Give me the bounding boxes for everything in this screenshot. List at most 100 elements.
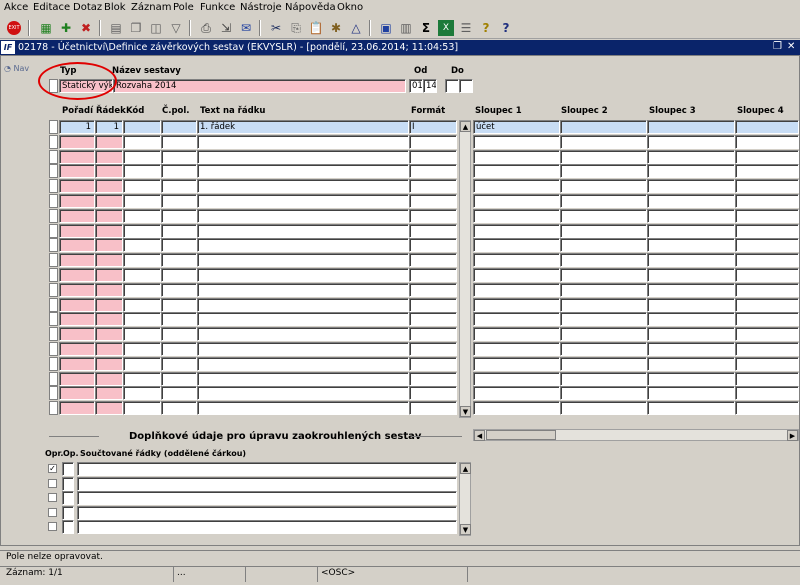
cell-s4[interactable] [735,238,799,252]
cell-s4[interactable] [735,283,799,297]
cell-s4[interactable] [735,224,799,238]
row-selector[interactable] [49,164,58,178]
cell-format[interactable] [409,164,457,178]
summary-vscrollbar[interactable]: ▲ ▼ [459,462,471,536]
row-selector[interactable] [49,224,58,238]
cell-s1[interactable] [473,253,560,267]
cell-text[interactable] [197,386,409,400]
cell-kod[interactable] [123,150,161,164]
cell-s4[interactable] [735,342,799,356]
cell-s2[interactable] [560,327,647,341]
do-field-1[interactable] [445,79,459,93]
cell-kod[interactable] [123,194,161,208]
cell-s3[interactable] [647,312,735,326]
row-selector[interactable] [49,238,58,252]
cell-s4[interactable] [735,135,799,149]
cell-s4[interactable] [735,164,799,178]
row-selector[interactable] [49,179,58,193]
cell-s3[interactable] [647,164,735,178]
do-field-2[interactable] [459,79,473,93]
cell-s1[interactable] [473,357,560,371]
soucet-field[interactable] [77,520,457,534]
settings-icon[interactable]: ✱ [328,20,344,36]
row-selector[interactable] [49,120,58,134]
cell-poradi[interactable] [59,150,95,164]
cell-s3[interactable] [647,327,735,341]
cell-poradi[interactable] [59,401,95,415]
cell-s3[interactable] [647,268,735,282]
sigma-icon[interactable]: Σ [418,20,434,36]
row-selector[interactable] [49,268,58,282]
cell-poradi[interactable] [59,298,95,312]
cell-s2[interactable] [560,209,647,223]
new-record-icon[interactable]: ✚ [58,20,74,36]
cell-format[interactable] [409,298,457,312]
cell-kod[interactable] [123,386,161,400]
cell-radek[interactable] [95,150,123,164]
menu-okno[interactable]: Okno [337,2,363,13]
cell-kod[interactable] [123,401,161,415]
cell-text[interactable] [197,238,409,252]
delete-record-icon[interactable]: ✖ [78,20,94,36]
cell-s1[interactable] [473,164,560,178]
cell-s2[interactable] [560,194,647,208]
cell-text[interactable] [197,327,409,341]
cell-s4[interactable] [735,401,799,415]
help-icon[interactable]: ? [478,20,494,36]
triangle-icon[interactable]: △ [348,20,364,36]
cell-radek[interactable] [95,224,123,238]
cell-text[interactable] [197,164,409,178]
cell-text[interactable] [197,209,409,223]
cell-s3[interactable] [647,209,735,223]
cell-s1[interactable] [473,179,560,193]
cell-format[interactable] [409,253,457,267]
cell-poradi[interactable] [59,386,95,400]
cell-radek[interactable] [95,298,123,312]
cell-s3[interactable] [647,135,735,149]
op-field[interactable] [62,462,74,476]
cell-poradi[interactable]: 1 [59,120,95,134]
cell-s2[interactable] [560,268,647,282]
scroll-thumb[interactable] [486,430,556,440]
cell-radek[interactable] [95,179,123,193]
cell-format[interactable] [409,194,457,208]
context-help-icon[interactable]: ? [498,20,514,36]
cell-s4[interactable] [735,327,799,341]
cell-cpol[interactable] [161,312,197,326]
cell-format[interactable] [409,312,457,326]
row-selector[interactable] [49,194,58,208]
menu-editace[interactable]: Editace [33,2,70,13]
cell-cpol[interactable] [161,386,197,400]
cell-s4[interactable] [735,312,799,326]
cell-text[interactable] [197,372,409,386]
cell-cpol[interactable] [161,298,197,312]
cell-cpol[interactable] [161,135,197,149]
cell-s2[interactable] [560,298,647,312]
cell-kod[interactable] [123,312,161,326]
od-field-2[interactable]: 14 [423,79,437,93]
scroll-left-icon[interactable]: ◀ [474,430,485,441]
cell-s2[interactable] [560,253,647,267]
cell-kod[interactable] [123,179,161,193]
cell-radek[interactable] [95,372,123,386]
cell-radek[interactable] [95,283,123,297]
cell-text[interactable] [197,342,409,356]
cell-cpol[interactable] [161,401,197,415]
scroll-right-icon[interactable]: ▶ [787,430,798,441]
cell-s4[interactable] [735,179,799,193]
nazev-field[interactable]: Rozvaha 2014 [113,79,406,93]
row-selector[interactable] [49,209,58,223]
menu-blok[interactable]: Blok [104,2,126,13]
cell-poradi[interactable] [59,209,95,223]
cell-cpol[interactable] [161,327,197,341]
cell-s4[interactable] [735,268,799,282]
cell-text[interactable] [197,135,409,149]
cell-kod[interactable] [123,120,161,134]
cell-kod[interactable] [123,283,161,297]
cell-poradi[interactable] [59,179,95,193]
cell-poradi[interactable] [59,194,95,208]
cell-kod[interactable] [123,209,161,223]
cell-kod[interactable] [123,238,161,252]
cell-format[interactable] [409,386,457,400]
duplicate-icon[interactable]: ❐ [128,20,144,36]
